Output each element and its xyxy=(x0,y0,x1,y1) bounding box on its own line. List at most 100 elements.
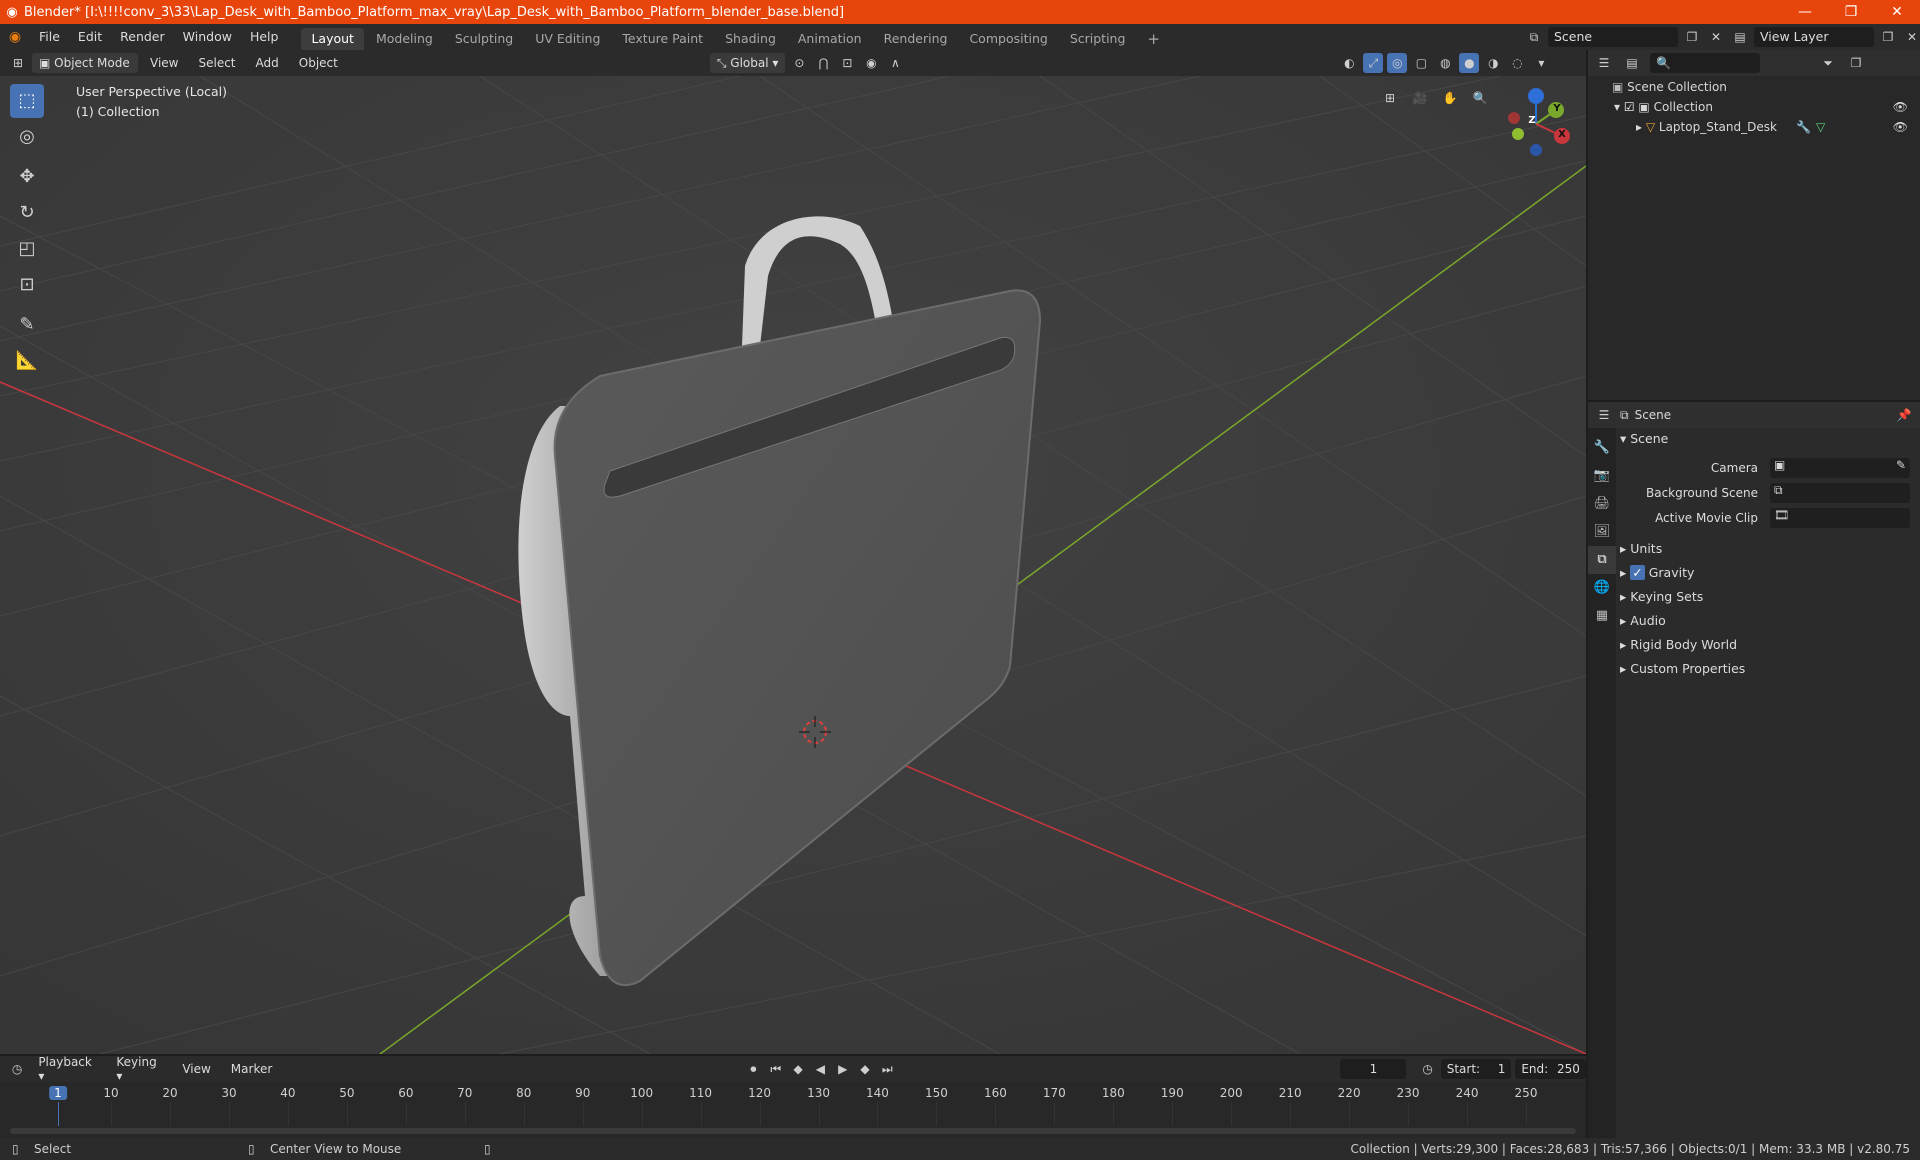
gravity-panel-header[interactable]: ▸ ✓ Gravity xyxy=(1620,562,1694,584)
world-tab-icon[interactable]: 🌐 xyxy=(1588,574,1616,602)
tab-shading[interactable]: Shading xyxy=(715,28,786,50)
proportional-falloff-icon[interactable]: ∧ xyxy=(885,53,905,73)
collection-checkbox[interactable]: ☑ xyxy=(1624,100,1639,114)
shading-options-icon[interactable]: ▾ xyxy=(1531,53,1551,73)
play-reverse-icon[interactable]: ◀ xyxy=(811,1059,829,1079)
tab-scripting[interactable]: Scripting xyxy=(1060,28,1136,50)
outliner-display-mode-icon[interactable]: ▤ xyxy=(1622,53,1642,73)
background-scene-field[interactable]: ⧉ xyxy=(1770,483,1910,503)
tab-uv-editing[interactable]: UV Editing xyxy=(525,28,610,50)
gravity-checkbox[interactable]: ✓ xyxy=(1630,565,1645,580)
collection-expand-icon[interactable]: ▾ xyxy=(1614,100,1624,114)
proportional-edit-icon[interactable]: ◉ xyxy=(861,53,881,73)
object-mode-dropdown[interactable]: ▣ Object Mode ▾ xyxy=(32,53,138,90)
keying-sets-panel-header[interactable]: ▸ Keying Sets xyxy=(1620,586,1703,608)
snap-icon[interactable]: ⋂ xyxy=(813,53,833,73)
scene-tab-icon[interactable]: ⧉ xyxy=(1588,546,1616,574)
menu-file[interactable]: File xyxy=(30,24,69,50)
rotate-tool-icon[interactable]: ↻ xyxy=(10,196,44,230)
timeline-scrollbar[interactable] xyxy=(10,1128,1576,1134)
view-layer-tab-icon[interactable]: 🖼 xyxy=(1588,518,1616,546)
add-workspace-icon[interactable]: + xyxy=(1137,28,1170,50)
camera-view-icon[interactable]: 🎥 xyxy=(1410,88,1430,108)
move-tool-icon[interactable]: ✥ xyxy=(10,160,44,194)
menu-edit[interactable]: Edit xyxy=(69,24,111,50)
texture-tab-icon[interactable]: ▦ xyxy=(1588,602,1616,630)
zoom-view-icon[interactable]: 🔍 xyxy=(1470,88,1490,108)
view-layer-field[interactable]: View Layer xyxy=(1754,27,1874,47)
snap-target-icon[interactable]: ⊡ xyxy=(837,53,857,73)
timeline-menu-view[interactable]: View xyxy=(174,1062,218,1076)
outliner-scene-collection[interactable]: ▣ Scene Collection xyxy=(1612,77,1727,97)
outliner-filter-icon[interactable]: ⏷ xyxy=(1818,53,1838,73)
new-view-layer-icon[interactable]: ❐ xyxy=(1878,27,1898,47)
wireframe-shading-icon[interactable]: ◍ xyxy=(1435,53,1455,73)
viewport-menu-view[interactable]: View xyxy=(142,56,186,70)
tab-sculpting[interactable]: Sculpting xyxy=(445,28,523,50)
tab-texture-paint[interactable]: Texture Paint xyxy=(612,28,713,50)
tab-rendering[interactable]: Rendering xyxy=(874,28,958,50)
pivot-point-icon[interactable]: ⊙ xyxy=(789,53,809,73)
tab-compositing[interactable]: Compositing xyxy=(959,28,1057,50)
object-expand-icon[interactable]: ▸ xyxy=(1636,120,1646,134)
viewport-menu-select[interactable]: Select xyxy=(190,56,243,70)
3d-viewport[interactable]: Z Y X User Perspective (Local) (1) Colle… xyxy=(0,76,1586,1054)
pin-icon[interactable]: 📌 xyxy=(1894,405,1914,425)
jump-end-icon[interactable]: ⏭ xyxy=(878,1059,896,1079)
solid-shading-icon[interactable]: ● xyxy=(1459,53,1480,73)
current-frame-field[interactable]: 1 xyxy=(1340,1059,1407,1079)
toggle-camera-grid-icon[interactable]: ⊞ xyxy=(1380,88,1400,108)
timeline-menu-keying[interactable]: Keying ▾ xyxy=(108,1055,170,1083)
preview-range-icon[interactable]: ◷ xyxy=(1418,1059,1436,1079)
jump-keyframe-back-icon[interactable]: ◆ xyxy=(789,1059,807,1079)
timeline-editor-type-icon[interactable]: ◷ xyxy=(8,1059,26,1079)
minimize-button[interactable]: — xyxy=(1782,0,1828,24)
tab-modeling[interactable]: Modeling xyxy=(366,28,443,50)
tool-tab-icon[interactable]: 🔧 xyxy=(1588,434,1616,462)
render-tab-icon[interactable]: 📷 xyxy=(1588,462,1616,490)
jump-start-icon[interactable]: ⏮ xyxy=(767,1059,785,1079)
jump-keyframe-forward-icon[interactable]: ◆ xyxy=(856,1059,874,1079)
menu-render[interactable]: Render xyxy=(111,24,174,50)
timeline-menu-playback[interactable]: Playback ▾ xyxy=(30,1055,104,1083)
timeline-menu-marker[interactable]: Marker xyxy=(223,1062,280,1076)
audio-panel-header[interactable]: ▸ Audio xyxy=(1620,610,1666,632)
units-panel-header[interactable]: ▸ Units xyxy=(1620,538,1662,560)
new-scene-icon[interactable]: ❐ xyxy=(1682,27,1702,47)
view-layer-browse-icon[interactable]: ▤ xyxy=(1730,27,1750,47)
tab-layout[interactable]: Layout xyxy=(301,28,364,50)
delete-scene-icon[interactable]: ✕ xyxy=(1706,27,1726,47)
viewport-menu-add[interactable]: Add xyxy=(248,56,287,70)
tab-animation[interactable]: Animation xyxy=(788,28,872,50)
rendered-shading-icon[interactable]: ◌ xyxy=(1507,53,1527,73)
xray-toggle-icon[interactable]: ▢ xyxy=(1411,53,1431,73)
scale-tool-icon[interactable]: ◰ xyxy=(10,232,44,266)
outliner-object-row[interactable]: ▸ ▽ Laptop_Stand_Desk 🔧 ▽ 👁 xyxy=(1636,117,1914,137)
viewport-menu-object[interactable]: Object xyxy=(291,56,346,70)
transform-tool-icon[interactable]: ⊡ xyxy=(10,268,44,302)
scene-name-field[interactable]: Scene xyxy=(1548,27,1678,47)
play-icon[interactable]: ▶ xyxy=(834,1059,852,1079)
new-collection-icon[interactable]: ❐ xyxy=(1846,53,1866,73)
visibility-icon[interactable]: ◐ xyxy=(1339,53,1359,73)
camera-field[interactable]: ▣ ✎ xyxy=(1770,458,1910,478)
delete-view-layer-icon[interactable]: ✕ xyxy=(1902,27,1920,47)
annotate-tool-icon[interactable]: ✎ xyxy=(10,308,44,342)
custom-properties-panel-header[interactable]: ▸ Custom Properties xyxy=(1620,658,1745,680)
pan-view-hand-icon[interactable]: ✋ xyxy=(1440,88,1460,108)
blender-menu-icon[interactable]: ◉ xyxy=(0,29,30,45)
outliner-collection-row[interactable]: ▾ ☑ ▣ Collection 👁 xyxy=(1614,97,1914,117)
material-shading-icon[interactable]: ◑ xyxy=(1483,53,1503,73)
measure-tool-icon[interactable]: 📐 xyxy=(10,344,44,378)
output-tab-icon[interactable]: 🖨 xyxy=(1588,490,1616,518)
object-visibility-eye-icon[interactable]: 👁 xyxy=(1893,117,1908,137)
eyedropper-icon[interactable]: ✎ xyxy=(1896,458,1906,472)
scene-browse-icon[interactable]: ⧉ xyxy=(1524,27,1544,47)
transform-orientation-dropdown[interactable]: ⤡ Global ▾ xyxy=(709,53,786,73)
cursor-tool-icon[interactable]: ◎ xyxy=(10,120,44,154)
maximize-button[interactable]: ❐ xyxy=(1828,0,1874,24)
record-icon[interactable]: ⏺ xyxy=(744,1059,762,1079)
current-frame-marker[interactable]: 1 xyxy=(49,1086,67,1100)
rigid-body-world-panel-header[interactable]: ▸ Rigid Body World xyxy=(1620,634,1737,656)
mesh-data-icon[interactable]: ▽ xyxy=(1816,117,1825,137)
